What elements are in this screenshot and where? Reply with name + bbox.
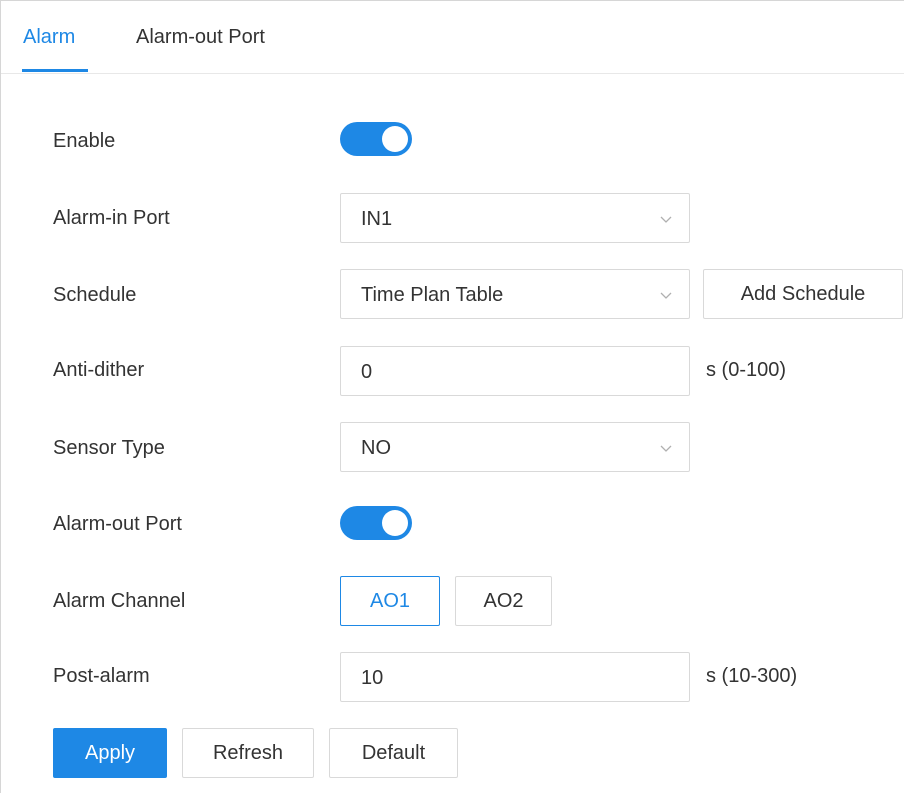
alarm-out-port-label: Alarm-out Port (53, 513, 182, 535)
post-alarm-value: 10 (361, 667, 384, 689)
alarm-in-port-select[interactable]: IN1 (340, 193, 690, 243)
post-alarm-label: Post-alarm (53, 665, 150, 687)
chevron-down-icon (660, 445, 672, 452)
channel-ao2-label: AO2 (483, 590, 524, 612)
tab-alarm-out-port[interactable]: Alarm-out Port (136, 25, 265, 49)
default-label: Default (361, 742, 426, 764)
anti-dither-value: 0 (361, 361, 373, 383)
tab-alarm[interactable]: Alarm (23, 25, 75, 49)
add-schedule-label: Add Schedule (740, 283, 866, 305)
sensor-type-select[interactable]: NO (340, 422, 690, 472)
alarm-out-port-toggle[interactable] (340, 506, 412, 540)
toggle-knob (382, 126, 408, 152)
chevron-down-icon (660, 292, 672, 299)
post-alarm-unit: s (10-300) (706, 665, 798, 687)
channel-ao2-button[interactable]: AO2 (455, 576, 552, 626)
enable-label: Enable (53, 130, 116, 152)
alarm-channel-label: Alarm Channel (53, 590, 186, 612)
apply-label: Apply (84, 742, 136, 764)
schedule-select[interactable]: Time Plan Table (340, 269, 690, 319)
alarm-settings-panel: Alarm Alarm-out Port Enable Alarm-in Por… (0, 0, 904, 793)
anti-dither-label: Anti-dither (53, 359, 145, 381)
active-tab-indicator (22, 69, 88, 72)
add-schedule-button[interactable]: Add Schedule (703, 269, 903, 319)
tab-bar: Alarm Alarm-out Port (1, 1, 904, 74)
default-button[interactable]: Default (329, 728, 458, 778)
chevron-down-icon (660, 216, 672, 223)
schedule-label: Schedule (53, 284, 137, 306)
refresh-button[interactable]: Refresh (182, 728, 314, 778)
anti-dither-input[interactable]: 0 (340, 346, 690, 396)
enable-toggle[interactable] (340, 122, 412, 156)
channel-ao1-button[interactable]: AO1 (340, 576, 440, 626)
channel-ao1-label: AO1 (369, 590, 411, 612)
alarm-in-port-value: IN1 (361, 208, 393, 230)
sensor-type-value: NO (361, 437, 391, 459)
sensor-type-label: Sensor Type (53, 437, 165, 459)
alarm-in-port-label: Alarm-in Port (53, 207, 170, 229)
anti-dither-unit: s (0-100) (706, 359, 787, 381)
toggle-knob (382, 510, 408, 536)
post-alarm-input[interactable]: 10 (340, 652, 690, 702)
schedule-value: Time Plan Table (361, 284, 504, 306)
apply-button[interactable]: Apply (53, 728, 167, 778)
refresh-label: Refresh (212, 742, 284, 764)
